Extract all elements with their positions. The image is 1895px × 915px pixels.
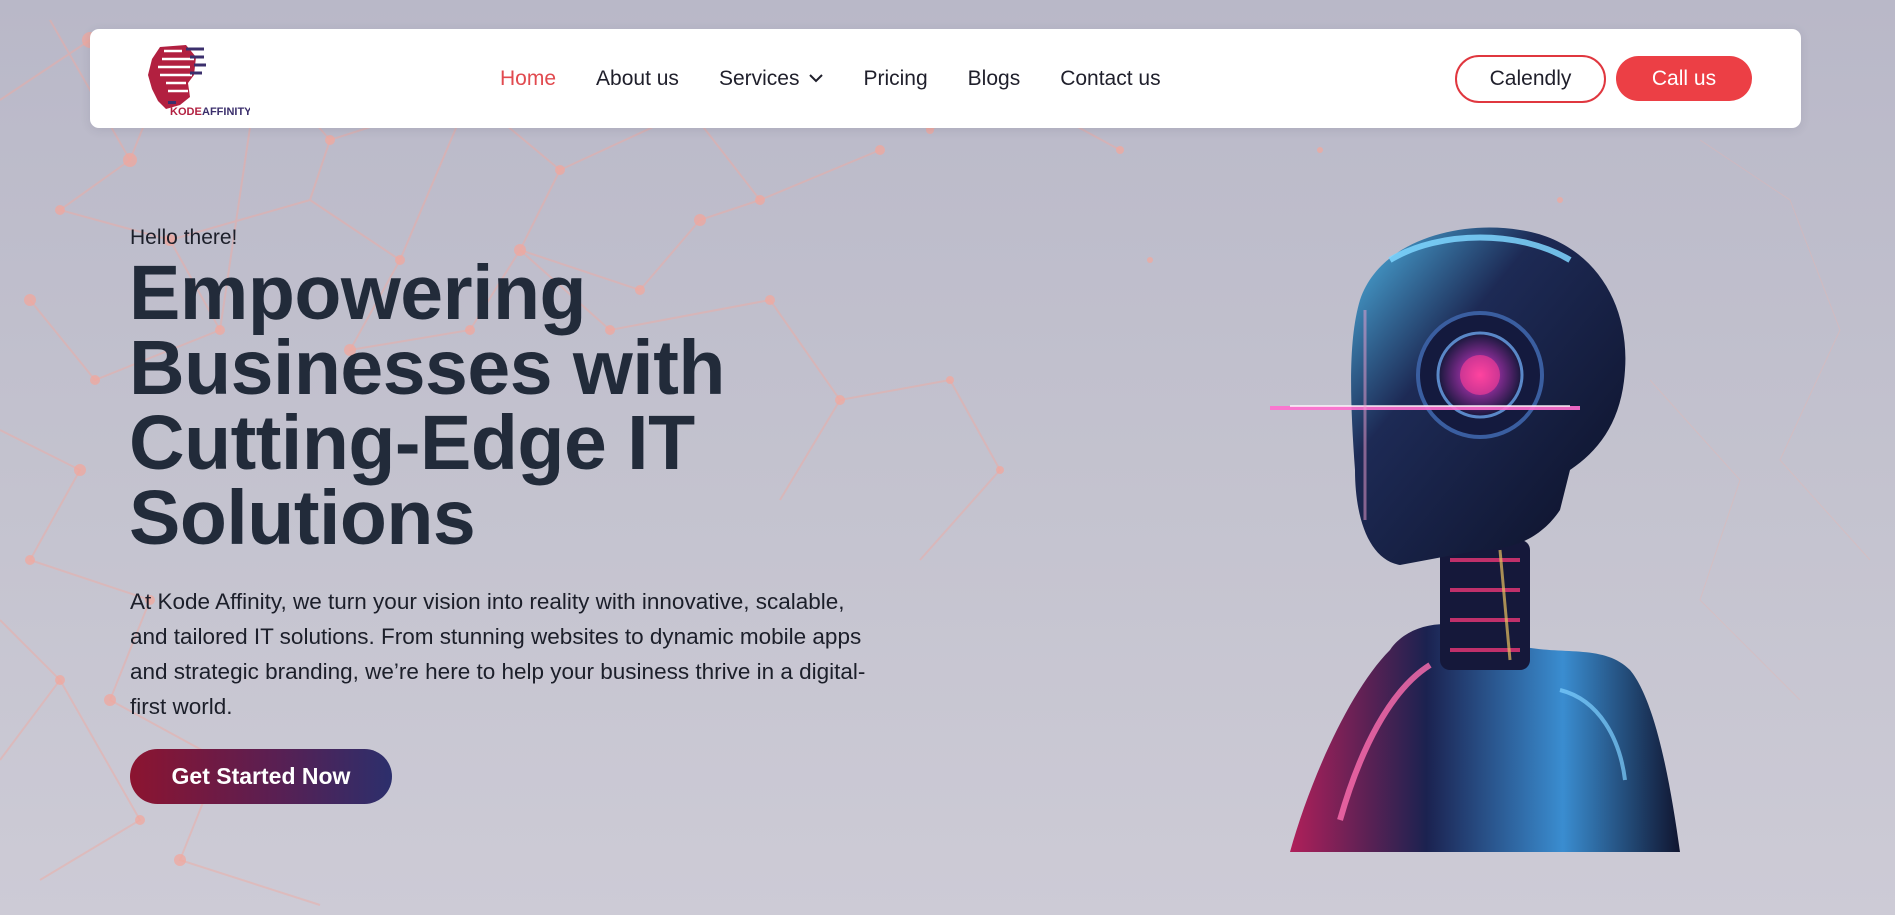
nav-blogs[interactable]: Blogs (968, 67, 1021, 91)
chevron-down-icon (809, 74, 824, 83)
hero-title: Empowering Businesses with Cutting-Edge … (129, 255, 909, 557)
call-us-button[interactable]: Call us (1616, 56, 1752, 101)
svg-text:KODE: KODE (170, 106, 202, 118)
kode-affinity-logo[interactable]: KODE AFFINITY (138, 39, 252, 119)
top-navbar: KODE AFFINITY Home About us Services Pri… (90, 29, 1801, 128)
nav-services[interactable]: Services (719, 67, 824, 91)
nav-home[interactable]: Home (500, 67, 556, 91)
nav-about-us[interactable]: About us (596, 67, 679, 91)
nav-contact-us[interactable]: Contact us (1060, 67, 1160, 91)
svg-text:AFFINITY: AFFINITY (202, 106, 250, 118)
calendly-button[interactable]: Calendly (1455, 55, 1606, 103)
robot-illustration (1270, 227, 1680, 852)
hero-description: At Kode Affinity, we turn your vision in… (130, 589, 866, 719)
nav-pricing[interactable]: Pricing (863, 67, 927, 91)
get-started-button[interactable]: Get Started Now (130, 749, 392, 804)
main-navigation: Home About us Services Pricing Blogs Con… (500, 29, 1201, 128)
nav-services-label: Services (718, 66, 800, 90)
hero-title-line: Empowering (129, 250, 587, 336)
hero-title-line: Solutions (129, 475, 476, 561)
hero-title-line: Businesses with (129, 325, 725, 411)
hero-title-line: Cutting-Edge IT (129, 400, 695, 486)
hero-eyebrow: Hello there! (130, 226, 238, 249)
